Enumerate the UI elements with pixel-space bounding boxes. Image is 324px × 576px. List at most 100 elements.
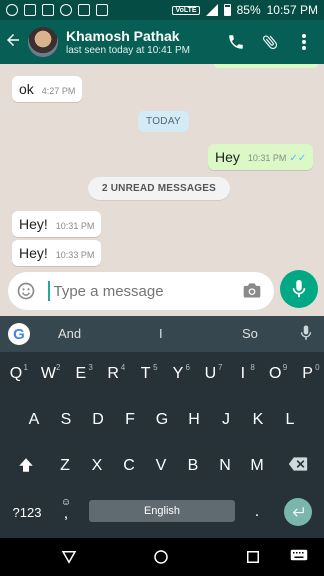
suggestion-3[interactable]: So [242, 326, 258, 341]
suggestion-strip: G And I So [0, 316, 324, 352]
key-label: C [123, 457, 135, 474]
chrome-notification-icon [60, 4, 72, 16]
message-text: ok [19, 81, 34, 97]
key-hint: 7 [217, 363, 223, 372]
key-w[interactable]: W2 [32, 363, 64, 384]
key-r[interactable]: R4 [97, 363, 129, 384]
key-v[interactable]: V [145, 456, 177, 476]
key-q[interactable]: Q1 [0, 363, 32, 384]
arrow-left-icon[interactable] [4, 31, 26, 53]
key-hint: 6 [185, 363, 190, 372]
message-bubble-incoming[interactable]: ok 4:27 PM [12, 76, 83, 102]
key-p[interactable]: P0 [292, 363, 324, 384]
contact-name: Khamosh Pathak [66, 28, 180, 44]
keyboard-switch-icon[interactable] [290, 548, 310, 568]
keyboard-mic-icon[interactable] [300, 324, 314, 344]
whatsapp-chat-screen: VoLTE 85% 10:57 PM Khamosh Pathak last s… [0, 0, 324, 576]
suggestion-2[interactable]: I [159, 326, 163, 341]
message-bubble-incoming[interactable]: Hey! 10:31 PM [12, 211, 102, 237]
key-label: I [240, 365, 246, 382]
key-t[interactable]: T5 [130, 363, 162, 384]
key-a[interactable]: A [18, 410, 50, 430]
home-nav-icon[interactable] [152, 548, 172, 568]
key-hint: 2 [55, 363, 61, 372]
text-cursor [48, 281, 50, 301]
key-label: H [188, 411, 200, 428]
google-icon[interactable]: G [8, 323, 30, 345]
key-label: N [219, 457, 231, 474]
enter-key[interactable] [284, 498, 312, 526]
message-composer [8, 272, 274, 310]
status-bar: VoLTE 85% 10:57 PM [0, 0, 324, 20]
key-u[interactable]: U7 [194, 363, 226, 384]
space-key[interactable]: English [89, 500, 235, 522]
key-e[interactable]: E3 [65, 363, 97, 384]
instagram-notification-icon [42, 4, 54, 16]
key-hint: 9 [282, 363, 288, 372]
avatar[interactable] [28, 27, 58, 57]
suggestion-1[interactable]: And [58, 326, 81, 341]
key-m[interactable]: M [241, 456, 273, 476]
key-hint: 5 [153, 363, 158, 372]
voice-message-button[interactable] [280, 270, 318, 308]
symbols-key[interactable]: ?123 [10, 503, 44, 523]
key-o[interactable]: O9 [259, 363, 291, 384]
message-bubble-incoming[interactable]: Hey! 10:33 PM [12, 240, 102, 266]
key-label: X [91, 457, 103, 474]
key-b[interactable]: B [177, 456, 209, 476]
phone-icon[interactable] [226, 32, 246, 52]
key-label: L [285, 411, 295, 428]
backspace-key[interactable] [282, 456, 314, 478]
key-label: M [250, 457, 264, 474]
key-label: Q [9, 365, 23, 382]
key-label: O [268, 365, 282, 382]
key-label: B [187, 457, 199, 474]
message-input[interactable] [53, 282, 234, 300]
key-label: G [155, 411, 169, 428]
key-hint: 3 [88, 363, 93, 372]
unread-messages-badge: 2 UNREAD MESSAGES [88, 177, 230, 200]
key-label: V [155, 457, 167, 474]
key-label: E [75, 365, 87, 382]
battery-percent: 85% [236, 3, 261, 17]
key-y[interactable]: Y6 [162, 363, 194, 384]
recents-nav-icon[interactable] [244, 548, 264, 568]
key-label: F [125, 411, 135, 428]
key-n[interactable]: N [209, 456, 241, 476]
notification-icons [6, 4, 108, 16]
message-time: 10:31 PM [247, 153, 287, 163]
shift-key[interactable] [10, 456, 42, 480]
emoji-comma-key[interactable]: ☺ , [52, 498, 80, 522]
key-label: K [252, 411, 264, 428]
attachment-icon[interactable] [260, 32, 280, 52]
camera-icon[interactable] [242, 281, 264, 301]
chat-notification-icon [6, 4, 18, 16]
key-z[interactable]: Z [49, 456, 81, 476]
key-j[interactable]: J [210, 410, 242, 430]
key-g[interactable]: G [146, 410, 178, 430]
mic-icon [292, 279, 306, 298]
period-key[interactable]: . [242, 502, 272, 522]
image-notification-icon [78, 4, 90, 16]
key-s[interactable]: S [50, 410, 82, 430]
last-seen: last seen today at 10:41 PM [66, 45, 190, 56]
back-nav-icon[interactable] [60, 548, 80, 568]
key-x[interactable]: X [81, 456, 113, 476]
key-hint: 1 [23, 363, 28, 372]
key-f[interactable]: F [114, 410, 146, 430]
emoji-icon[interactable] [16, 281, 36, 301]
key-h[interactable]: H [178, 410, 210, 430]
key-k[interactable]: K [242, 410, 274, 430]
key-d[interactable]: D [82, 410, 114, 430]
more-vert-icon[interactable] [294, 32, 314, 52]
key-c[interactable]: C [113, 456, 145, 476]
message-time: 10:31 PM [55, 221, 95, 231]
date-badge: TODAY [138, 111, 190, 132]
message-time: 4:27 PM [41, 86, 76, 96]
contact-info[interactable]: Khamosh Pathak last seen today at 10:41 … [66, 28, 190, 56]
key-l[interactable]: L [274, 410, 306, 430]
message-text: Hey! [19, 216, 48, 232]
message-bubble-outgoing[interactable]: Hey 10:31 PM ✓✓ [208, 144, 314, 170]
key-i[interactable]: I8 [227, 363, 259, 384]
key-label: T [140, 365, 151, 382]
